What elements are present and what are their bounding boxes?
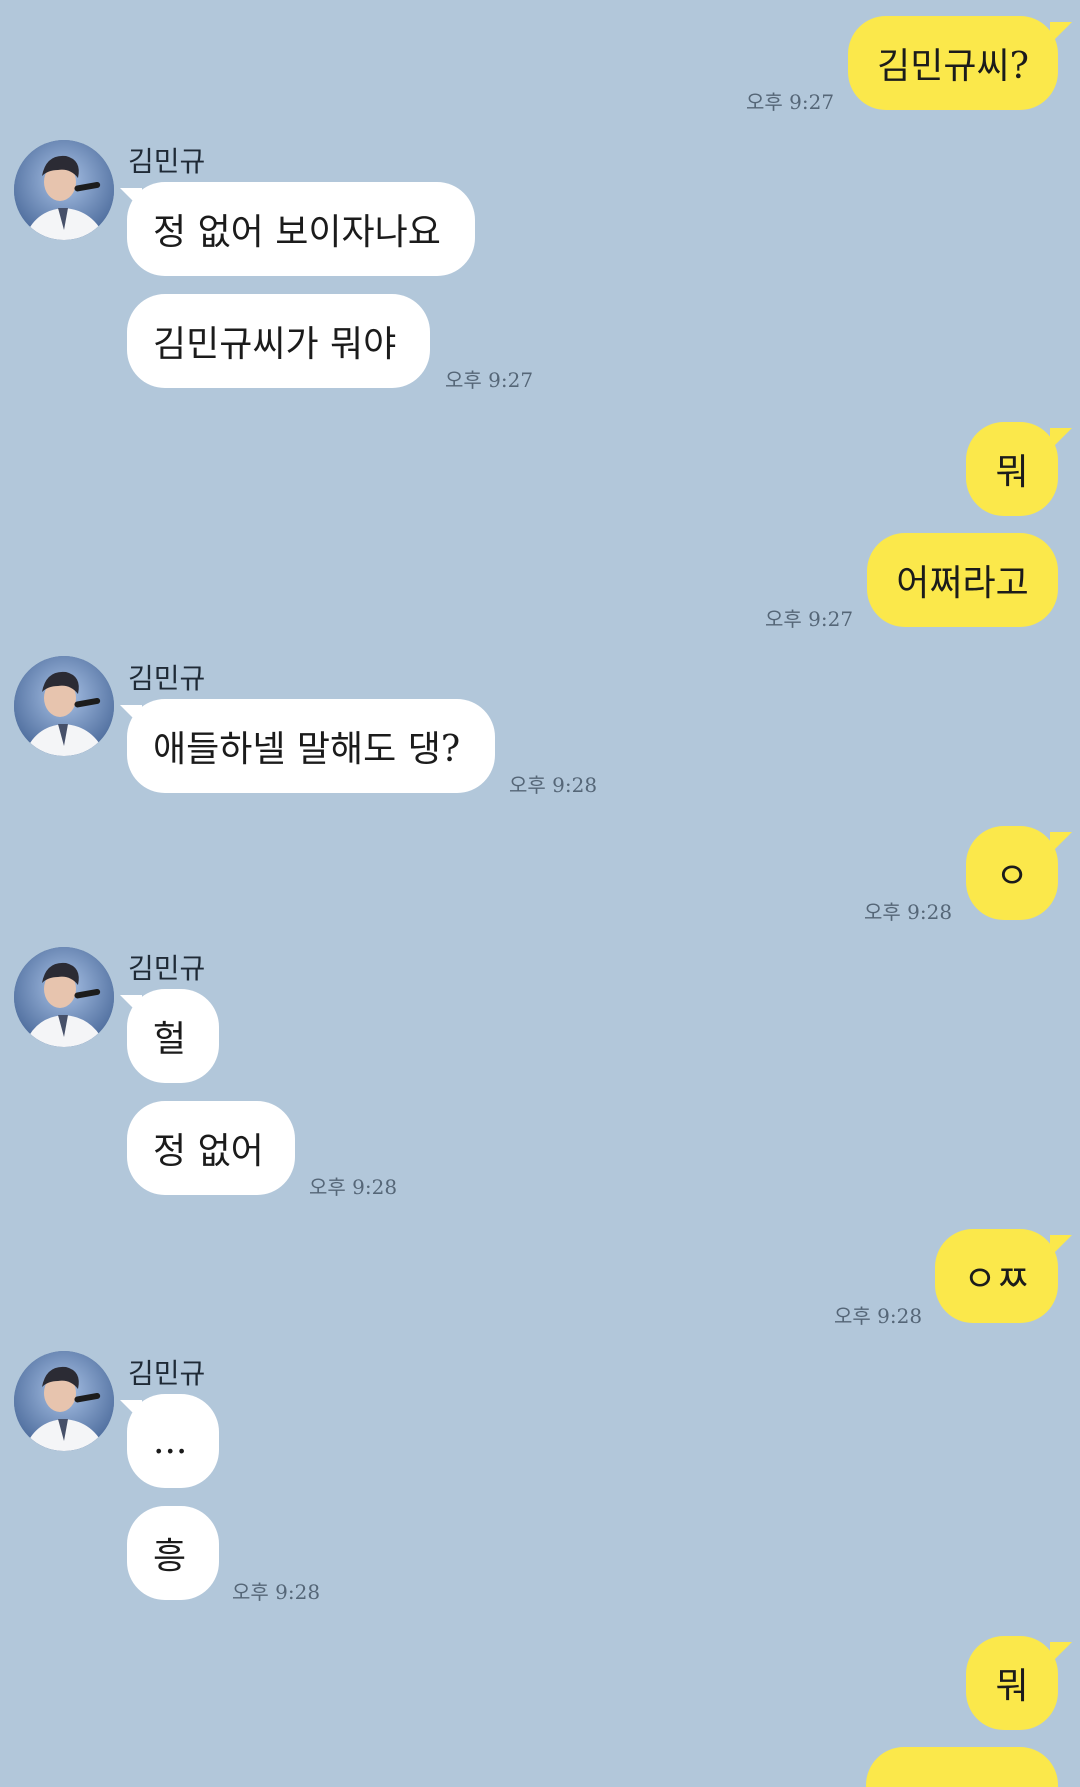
message-text: 애들하넬 말해도 댕?	[153, 729, 461, 770]
message-timestamp: 오후 9:28	[834, 1304, 923, 1328]
message-text: 헐	[153, 1019, 187, 1060]
sender-name: 김민규	[128, 952, 206, 985]
avatar[interactable]	[14, 947, 114, 1047]
message-text: 김민규씨가 뭐야	[153, 324, 397, 365]
message-timestamp: 오후 9:27	[746, 90, 835, 114]
message-text: ㅇㅉ	[963, 1259, 1030, 1300]
message-text: 정 없어	[153, 1131, 264, 1172]
message-text: 김민규씨?	[877, 46, 1029, 87]
message-text: ㅇ	[995, 856, 1029, 897]
sender-name: 김민규	[128, 1357, 206, 1390]
message-text: 뭐	[995, 452, 1029, 493]
sender-name: 김민규	[128, 662, 206, 695]
avatar[interactable]	[14, 1351, 114, 1451]
message-text: 흥	[153, 1536, 187, 1577]
outgoing-message-bubble[interactable]: 어쩌라고	[867, 533, 1058, 627]
bubble-tail	[1050, 1642, 1072, 1664]
bubble-tail	[120, 995, 142, 1017]
bubble-tail	[120, 705, 142, 727]
message-timestamp: 오후 9:27	[445, 368, 534, 392]
message-text: 정 없어 보이자나요	[153, 212, 441, 253]
profile-photo-icon	[14, 947, 114, 1047]
bubble-tail	[1050, 428, 1072, 450]
message-timestamp: 오후 9:28	[309, 1175, 398, 1199]
message-text: 뭐	[995, 1666, 1029, 1707]
message-timestamp: 오후 9:28	[232, 1580, 321, 1604]
outgoing-message-bubble[interactable]: 뭐	[966, 1636, 1058, 1730]
profile-photo-icon	[14, 656, 114, 756]
bubble-tail	[120, 1400, 142, 1422]
outgoing-message-bubble[interactable]	[866, 1747, 1058, 1787]
sender-name: 김민규	[128, 145, 206, 178]
profile-photo-icon	[14, 140, 114, 240]
message-timestamp: 오후 9:28	[509, 773, 598, 797]
incoming-message-bubble[interactable]: 정 없어	[127, 1101, 295, 1195]
bubble-tail	[1050, 1235, 1072, 1257]
avatar[interactable]	[14, 140, 114, 240]
message-text: ...	[153, 1420, 188, 1462]
message-timestamp: 오후 9:27	[765, 607, 854, 631]
outgoing-message-bubble[interactable]: ㅇ	[966, 826, 1058, 920]
bubble-tail	[120, 188, 142, 210]
bubble-tail	[1050, 22, 1072, 44]
incoming-message-bubble[interactable]: 애들하넬 말해도 댕?	[127, 699, 495, 793]
avatar[interactable]	[14, 656, 114, 756]
incoming-message-bubble[interactable]: 흥	[127, 1506, 219, 1600]
outgoing-message-bubble[interactable]: ㅇㅉ	[935, 1229, 1058, 1323]
message-text: 어쩌라고	[896, 563, 1029, 604]
outgoing-message-bubble[interactable]: 김민규씨?	[848, 16, 1058, 110]
incoming-message-bubble[interactable]: 김민규씨가 뭐야	[127, 294, 430, 388]
incoming-message-bubble[interactable]: 정 없어 보이자나요	[127, 182, 475, 276]
message-timestamp: 오후 9:28	[864, 900, 953, 924]
bubble-tail	[1050, 832, 1072, 854]
outgoing-message-bubble[interactable]: 뭐	[966, 422, 1058, 516]
profile-photo-icon	[14, 1351, 114, 1451]
